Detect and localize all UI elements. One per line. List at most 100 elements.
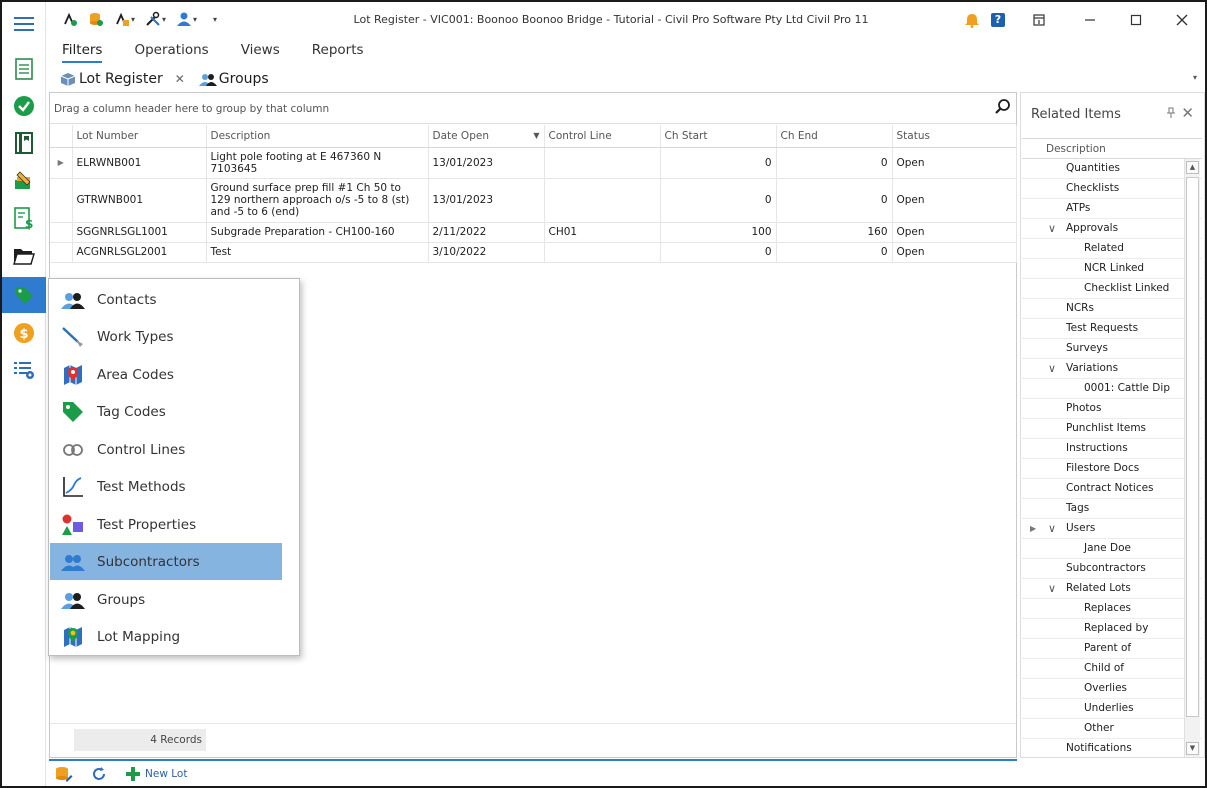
- col-lot-number[interactable]: Lot Number: [72, 125, 207, 148]
- tools-icon[interactable]: ▾: [145, 11, 166, 27]
- settings-table-icon[interactable]: [2, 352, 46, 388]
- tags-icon[interactable]: [2, 277, 46, 313]
- menu-item-tag-codes[interactable]: Tag Codes: [50, 393, 282, 430]
- minimize-icon[interactable]: [1067, 2, 1113, 38]
- related-tree-item[interactable]: Contract Notices: [1022, 479, 1202, 499]
- notification-bell-icon[interactable]: [959, 2, 985, 38]
- menu-item-test-methods[interactable]: Test Methods: [50, 468, 282, 505]
- cell-ch-start[interactable]: 0: [660, 178, 777, 223]
- tab-reports[interactable]: Reports: [312, 42, 364, 63]
- related-tree-item[interactable]: Checklist Linked: [1022, 279, 1202, 299]
- cell-date-open[interactable]: 3/10/2022: [428, 242, 545, 263]
- related-tree-item[interactable]: Overlies: [1022, 679, 1202, 699]
- cell-status[interactable]: Open: [892, 242, 1017, 263]
- cell-control-line[interactable]: [544, 178, 661, 223]
- restore-layout-icon[interactable]: [1011, 2, 1067, 38]
- related-tree-item[interactable]: Test Requests: [1022, 319, 1202, 339]
- menu-item-test-properties[interactable]: Test Properties: [50, 506, 282, 543]
- related-tree-item[interactable]: Subcontractors: [1022, 559, 1202, 579]
- user-icon[interactable]: ▾: [176, 11, 197, 27]
- cell-description[interactable]: Test: [206, 242, 429, 263]
- scroll-up-icon[interactable]: ▲: [1186, 161, 1199, 174]
- cell-description[interactable]: Subgrade Preparation - CH100-160: [206, 222, 429, 243]
- cell-ch-end[interactable]: 0: [776, 242, 893, 263]
- related-tree-item[interactable]: Quantities: [1022, 159, 1202, 179]
- menu-item-area-codes[interactable]: Area Codes: [50, 356, 282, 393]
- col-ch-end[interactable]: Ch End: [776, 125, 893, 148]
- related-tree-item[interactable]: Instructions: [1022, 439, 1202, 459]
- expand-chevron-icon[interactable]: ∨: [1048, 359, 1056, 378]
- approved-icon[interactable]: [2, 88, 46, 124]
- related-tree-item[interactable]: Child of: [1022, 659, 1202, 679]
- menu-item-contacts[interactable]: Contacts: [50, 281, 282, 318]
- money-icon[interactable]: $: [2, 315, 46, 351]
- pin-icon[interactable]: [1166, 107, 1176, 122]
- related-column-header[interactable]: Description: [1022, 139, 1202, 159]
- table-row[interactable]: ▶ ELRWNB001 Light pole footing at E 4673…: [50, 147, 1017, 179]
- col-status[interactable]: Status: [892, 125, 1017, 148]
- related-tree-item[interactable]: Underlies: [1022, 699, 1202, 719]
- expand-chevron-icon[interactable]: ∨: [1048, 579, 1056, 598]
- table-row[interactable]: ACGNRLSGL2001 Test 3/10/2022 0 0 Open: [50, 242, 1017, 263]
- cell-date-open[interactable]: 2/11/2022: [428, 222, 545, 243]
- lot-register-icon[interactable]: [2, 51, 46, 87]
- cell-description[interactable]: Light pole footing at E 467360 N 7103645: [206, 147, 429, 179]
- maximize-icon[interactable]: [1113, 2, 1159, 38]
- cell-ch-end[interactable]: 160: [776, 222, 893, 243]
- menu-item-subcontractors[interactable]: Subcontractors: [50, 543, 282, 580]
- sort-desc-icon[interactable]: ▼: [533, 131, 539, 140]
- cell-status[interactable]: Open: [892, 222, 1017, 243]
- cell-lot-number[interactable]: ELRWNB001: [72, 147, 207, 179]
- cell-date-open[interactable]: 13/01/2023: [428, 178, 545, 223]
- related-tree-item[interactable]: Tags: [1022, 499, 1202, 519]
- col-description[interactable]: Description: [206, 125, 429, 148]
- cell-ch-end[interactable]: 0: [776, 147, 893, 179]
- col-ch-start[interactable]: Ch Start: [660, 125, 777, 148]
- lot-menu-icon[interactable]: ▾: [114, 11, 135, 27]
- cell-ch-start[interactable]: 100: [660, 222, 777, 243]
- menu-item-groups[interactable]: Groups: [50, 581, 282, 618]
- related-tree-item[interactable]: Checklists: [1022, 179, 1202, 199]
- tab-views[interactable]: Views: [241, 42, 280, 63]
- claims-icon[interactable]: $: [2, 200, 46, 236]
- cell-lot-number[interactable]: ACGNRLSGL2001: [72, 242, 207, 263]
- cell-ch-start[interactable]: 0: [660, 242, 777, 263]
- expand-chevron-icon[interactable]: ∨: [1048, 519, 1056, 538]
- edit-database-button[interactable]: [55, 766, 73, 782]
- group-panel[interactable]: Drag a column header here to group by th…: [50, 93, 1016, 124]
- refresh-button[interactable]: [91, 766, 107, 782]
- col-control-line[interactable]: Control Line: [544, 125, 661, 148]
- folder-icon[interactable]: [2, 238, 46, 274]
- cell-control-line[interactable]: CH01: [544, 222, 661, 243]
- search-icon[interactable]: [994, 98, 1012, 119]
- table-row[interactable]: GTRWNB001 Ground surface prep fill #1 Ch…: [50, 178, 1017, 223]
- related-tree-item[interactable]: ∨ Related Lots: [1022, 579, 1202, 599]
- related-tree-item[interactable]: Photos: [1022, 399, 1202, 419]
- related-tree-item[interactable]: ▶ ∨ Users: [1022, 519, 1202, 539]
- expand-chevron-icon[interactable]: ∨: [1048, 219, 1056, 238]
- related-tree-item[interactable]: Filestore Docs: [1022, 459, 1202, 479]
- cell-ch-end[interactable]: 0: [776, 178, 893, 223]
- col-date-open[interactable]: Date Open ▼: [428, 125, 545, 148]
- tab-operations[interactable]: Operations: [134, 42, 208, 63]
- menu-icon[interactable]: [2, 6, 46, 42]
- tab-filters[interactable]: Filters: [62, 42, 103, 63]
- close-tab-icon[interactable]: ✕: [175, 72, 185, 86]
- help-icon[interactable]: ?: [985, 2, 1011, 38]
- related-tree-item[interactable]: ∨ Variations: [1022, 359, 1202, 379]
- database-icon[interactable]: [88, 11, 104, 27]
- menu-item-work-types[interactable]: Work Types: [50, 318, 282, 355]
- scroll-thumb[interactable]: [1186, 177, 1199, 717]
- related-tree-item[interactable]: Replaces: [1022, 599, 1202, 619]
- related-tree-item[interactable]: Punchlist Items: [1022, 419, 1202, 439]
- cell-description[interactable]: Ground surface prep fill #1 Ch 50 to 129…: [206, 178, 429, 223]
- cell-ch-start[interactable]: 0: [660, 147, 777, 179]
- menu-item-control-lines[interactable]: Control Lines: [50, 431, 282, 468]
- lot-tools-icon[interactable]: [62, 11, 78, 27]
- related-tree-item[interactable]: Notifications: [1022, 739, 1202, 758]
- new-lot-button[interactable]: New Lot: [125, 766, 187, 782]
- cell-date-open[interactable]: 13/01/2023: [428, 147, 545, 179]
- related-tree-item[interactable]: Other: [1022, 719, 1202, 739]
- related-tree-item[interactable]: NCR Linked: [1022, 259, 1202, 279]
- related-tree-item[interactable]: Jane Doe: [1022, 539, 1202, 559]
